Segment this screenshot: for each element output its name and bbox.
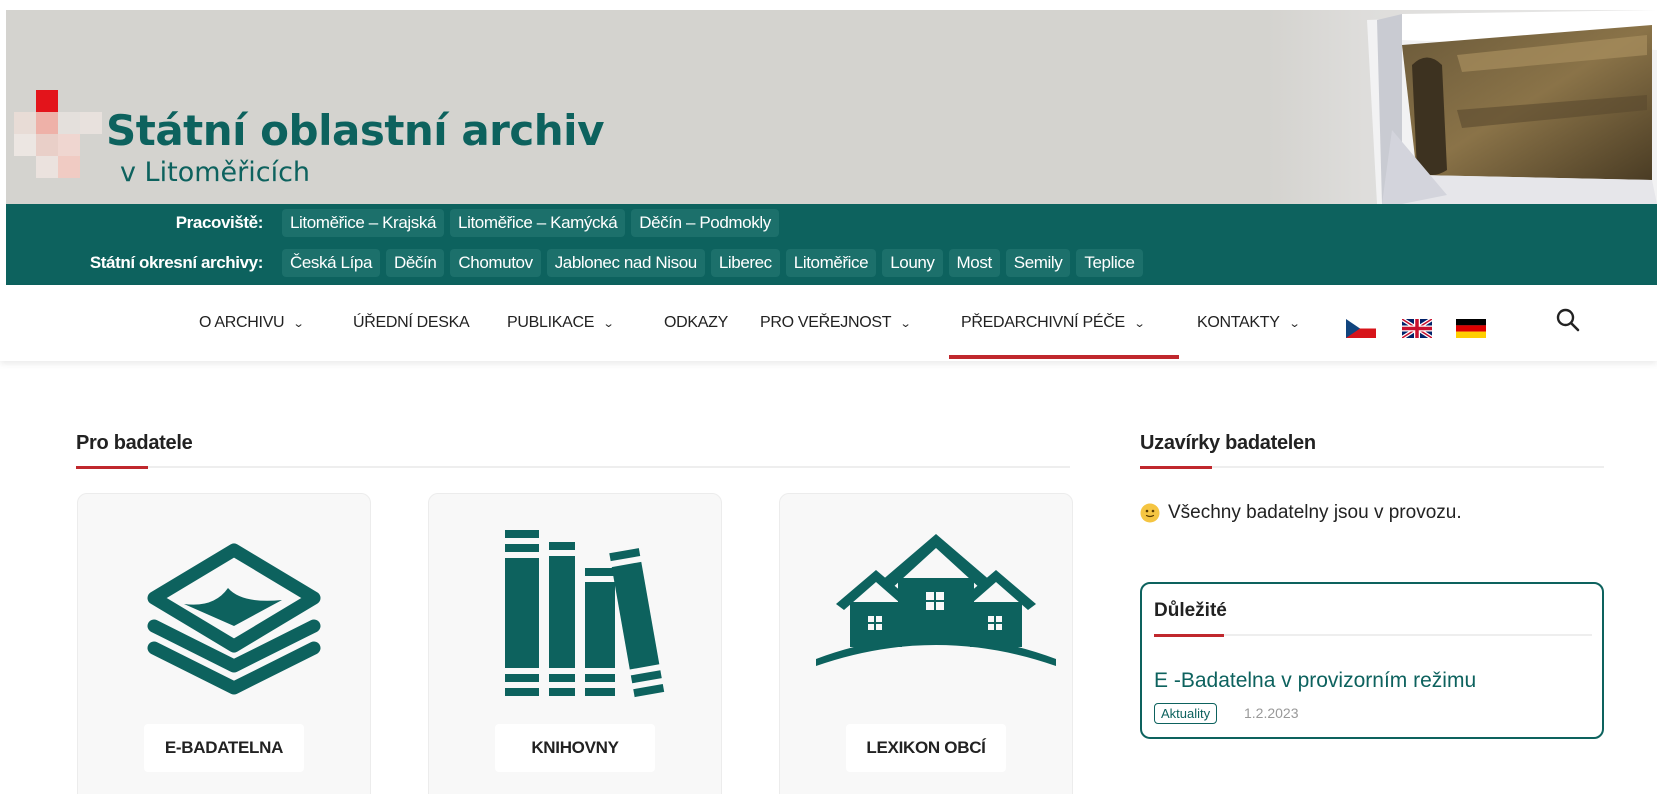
layers-icon (147, 543, 321, 695)
nav-item-pro-verejnost[interactable]: PRO VEŘEJNOST ⌄ (760, 314, 912, 332)
e-badatelna-label: E-BADATELNA (144, 724, 304, 772)
district-link-louny[interactable]: Louny (882, 249, 943, 277)
nav-item-odkazy[interactable]: ODKAZY (664, 314, 728, 332)
district-link-decin[interactable]: Děčín (386, 249, 445, 277)
chevron-down-icon: ⌄ (899, 318, 912, 330)
nav-item-label: ODKAZY (664, 314, 728, 331)
card-knihovny[interactable]: KNIHOVNY (428, 493, 722, 794)
district-link-ceska-lipa[interactable]: Česká Lípa (282, 249, 380, 277)
active-nav-indicator (949, 355, 1179, 359)
site-header: Státní oblastní archiv v Litoměřicích (6, 10, 1657, 204)
section-accent-bar (76, 466, 148, 469)
card-lexikon-obci[interactable]: LEXIKON OBCÍ (779, 493, 1073, 794)
site-subtitle: v Litoměřicích (120, 157, 311, 188)
nav-item-predarchivni-pece[interactable]: PŘEDARCHIVNÍ PÉČE ⌄ (961, 314, 1146, 332)
chevron-down-icon: ⌄ (1133, 318, 1146, 330)
closures-status-text: Všechny badatelny jsou v provozu. (1168, 502, 1462, 523)
nav-item-publikace[interactable]: PUBLIKACE ⌄ (507, 314, 615, 332)
smile-icon (1140, 503, 1160, 523)
nav-item-label: PUBLIKACE (507, 314, 595, 331)
archive-book-photo (1267, 10, 1657, 204)
district-link-liberec[interactable]: Liberec (710, 249, 780, 277)
researchers-section-title: Pro badatele (76, 432, 193, 454)
district-link-teplice[interactable]: Teplice (1076, 249, 1143, 277)
nav-item-label: O ARCHIVU (199, 314, 285, 331)
news-category-tag[interactable]: Aktuality (1154, 703, 1218, 724)
nav-item-label: ÚŘEDNÍ DESKA (353, 314, 470, 331)
workplace-link-krajska[interactable]: Litoměřice – Krajská (282, 209, 445, 237)
nav-item-kontakty[interactable]: KONTAKTY ⌄ (1197, 314, 1300, 332)
chevron-down-icon: ⌄ (292, 318, 305, 330)
district-link-chomutov[interactable]: Chomutov (450, 249, 541, 277)
section-divider (76, 466, 1070, 468)
closures-status: Všechny badatelny jsou v provozu. (1140, 502, 1462, 524)
search-icon[interactable] (1555, 307, 1581, 333)
houses-icon (816, 534, 1056, 666)
closures-section-title: Uzavírky badatelen (1140, 432, 1316, 454)
page: Státní oblastní archiv v Litoměřicích Pr… (0, 0, 1657, 794)
nav-item-o-archivu[interactable]: O ARCHIVU ⌄ (199, 314, 305, 332)
important-box: Důležité E -Badatelna v provizorním reži… (1140, 582, 1604, 739)
district-archives-label: Státní okresní archivy: (89, 253, 264, 272)
news-link[interactable]: E -Badatelna v provizorním režimu (1154, 669, 1476, 693)
section-accent-bar (1154, 634, 1224, 637)
chevron-down-icon: ⌄ (602, 318, 615, 330)
nav-item-label: KONTAKTY (1197, 314, 1280, 331)
district-archives-row: Státní okresní archivy: Česká Lípa Děčín… (6, 248, 1143, 278)
lexikon-obci-label: LEXIKON OBCÍ (846, 724, 1006, 772)
important-title: Důležité (1154, 600, 1227, 621)
section-accent-bar (1140, 466, 1212, 469)
nav-item-label: PRO VEŘEJNOST (760, 314, 892, 331)
chevron-down-icon: ⌄ (1288, 318, 1300, 330)
workplace-link-decin-podmokly[interactable]: Děčín – Podmokly (631, 209, 779, 237)
archive-logo[interactable] (14, 90, 102, 186)
workplaces-label: Pracoviště: (175, 213, 264, 232)
books-icon (505, 530, 665, 698)
workplaces-row: Pracoviště: Litoměřice – Krajská Litoměř… (6, 208, 779, 238)
czech-flag-icon[interactable] (1346, 319, 1376, 338)
uk-flag-icon[interactable] (1402, 319, 1432, 338)
card-e-badatelna[interactable]: E-BADATELNA (77, 493, 371, 794)
district-link-semily[interactable]: Semily (1005, 249, 1071, 277)
workplace-bar: Pracoviště: Litoměřice – Krajská Litoměř… (6, 204, 1657, 285)
nav-item-label: PŘEDARCHIVNÍ PÉČE (961, 314, 1125, 331)
nav-item-uredni-deska[interactable]: ÚŘEDNÍ DESKA (353, 314, 470, 332)
knihovny-label: KNIHOVNY (495, 724, 655, 772)
german-flag-icon[interactable] (1456, 319, 1486, 338)
news-date: 1.2.2023 (1244, 705, 1299, 721)
district-link-litomerice[interactable]: Litoměřice (785, 249, 877, 277)
district-link-most[interactable]: Most (948, 249, 1000, 277)
workplace-link-kamycka[interactable]: Litoměřice – Kamýcká (450, 209, 626, 237)
district-link-jablonec[interactable]: Jablonec nad Nisou (546, 249, 705, 277)
main-navigation: O ARCHIVU ⌄ ÚŘEDNÍ DESKA PUBLIKACE ⌄ ODKAZ… (0, 285, 1657, 361)
site-title[interactable]: Státní oblastní archiv (106, 106, 604, 155)
